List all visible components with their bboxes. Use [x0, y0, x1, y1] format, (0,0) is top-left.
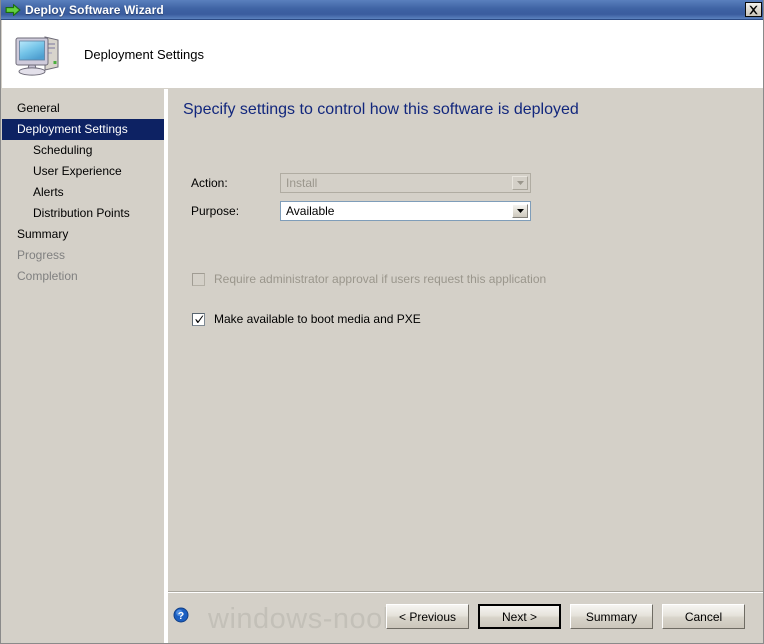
boot-media-pxe-checkbox[interactable]: [192, 313, 205, 326]
sidebar-item-progress: Progress: [17, 248, 66, 262]
require-approval-checkbox-row: Require administrator approval if users …: [192, 273, 546, 286]
boot-media-pxe-label: Make available to boot media and PXE: [214, 312, 421, 326]
wizard-header: Deployment Settings: [2, 20, 763, 88]
chevron-down-icon[interactable]: [512, 204, 528, 218]
sidebar-item-completion: Completion: [17, 269, 78, 283]
chevron-down-icon: [512, 176, 528, 190]
require-approval-checkbox: [192, 273, 205, 286]
svg-text:?: ?: [178, 610, 184, 622]
header-title: Deployment Settings: [84, 46, 204, 62]
window-title: Deploy Software Wizard: [25, 2, 164, 17]
boot-media-pxe-checkbox-row[interactable]: Make available to boot media and PXE: [192, 313, 421, 326]
sidebar-item-general[interactable]: General: [2, 98, 164, 119]
content-panel: Specify settings to control how this sof…: [168, 89, 763, 643]
footer-bar: windows-noob.com ? < Previous Next > Sum…: [168, 593, 763, 643]
green-arrow-icon: [5, 2, 21, 18]
sidebar-item-user-experience[interactable]: User Experience: [2, 161, 164, 182]
purpose-value: Available: [286, 204, 335, 218]
title-bar: Deploy Software Wizard: [1, 0, 763, 20]
wizard-steps-sidebar: General Deployment Settings Scheduling U…: [2, 89, 164, 643]
deploy-software-wizard-window: Deploy Software Wizard Deployment Settin…: [0, 0, 764, 644]
previous-button[interactable]: < Previous: [386, 604, 469, 629]
purpose-label: Purpose:: [191, 204, 240, 218]
require-approval-label: Require administrator approval if users …: [214, 272, 547, 286]
close-icon[interactable]: [745, 2, 762, 17]
action-field-row: Action: Install: [168, 173, 763, 193]
cancel-button[interactable]: Cancel: [662, 604, 745, 629]
sidebar-item-summary[interactable]: Summary: [2, 224, 164, 245]
sidebar-item-distribution-points[interactable]: Distribution Points: [2, 203, 164, 224]
sidebar-item-scheduling[interactable]: Scheduling: [2, 140, 164, 161]
sidebar-item-deployment-settings[interactable]: Deployment Settings: [2, 119, 164, 140]
action-dropdown: Install: [280, 173, 531, 193]
sidebar-item-alerts[interactable]: Alerts: [2, 182, 164, 203]
purpose-field-row: Purpose: Available: [168, 201, 763, 221]
page-title: Specify settings to control how this sof…: [183, 101, 579, 118]
purpose-dropdown[interactable]: Available: [280, 201, 531, 221]
action-label: Action:: [191, 176, 228, 190]
computer-icon: [12, 31, 64, 77]
help-icon[interactable]: ?: [173, 607, 189, 623]
next-button[interactable]: Next >: [478, 604, 561, 629]
action-value: Install: [286, 176, 318, 190]
summary-button[interactable]: Summary: [570, 604, 653, 629]
checkmark-icon: [195, 315, 204, 323]
